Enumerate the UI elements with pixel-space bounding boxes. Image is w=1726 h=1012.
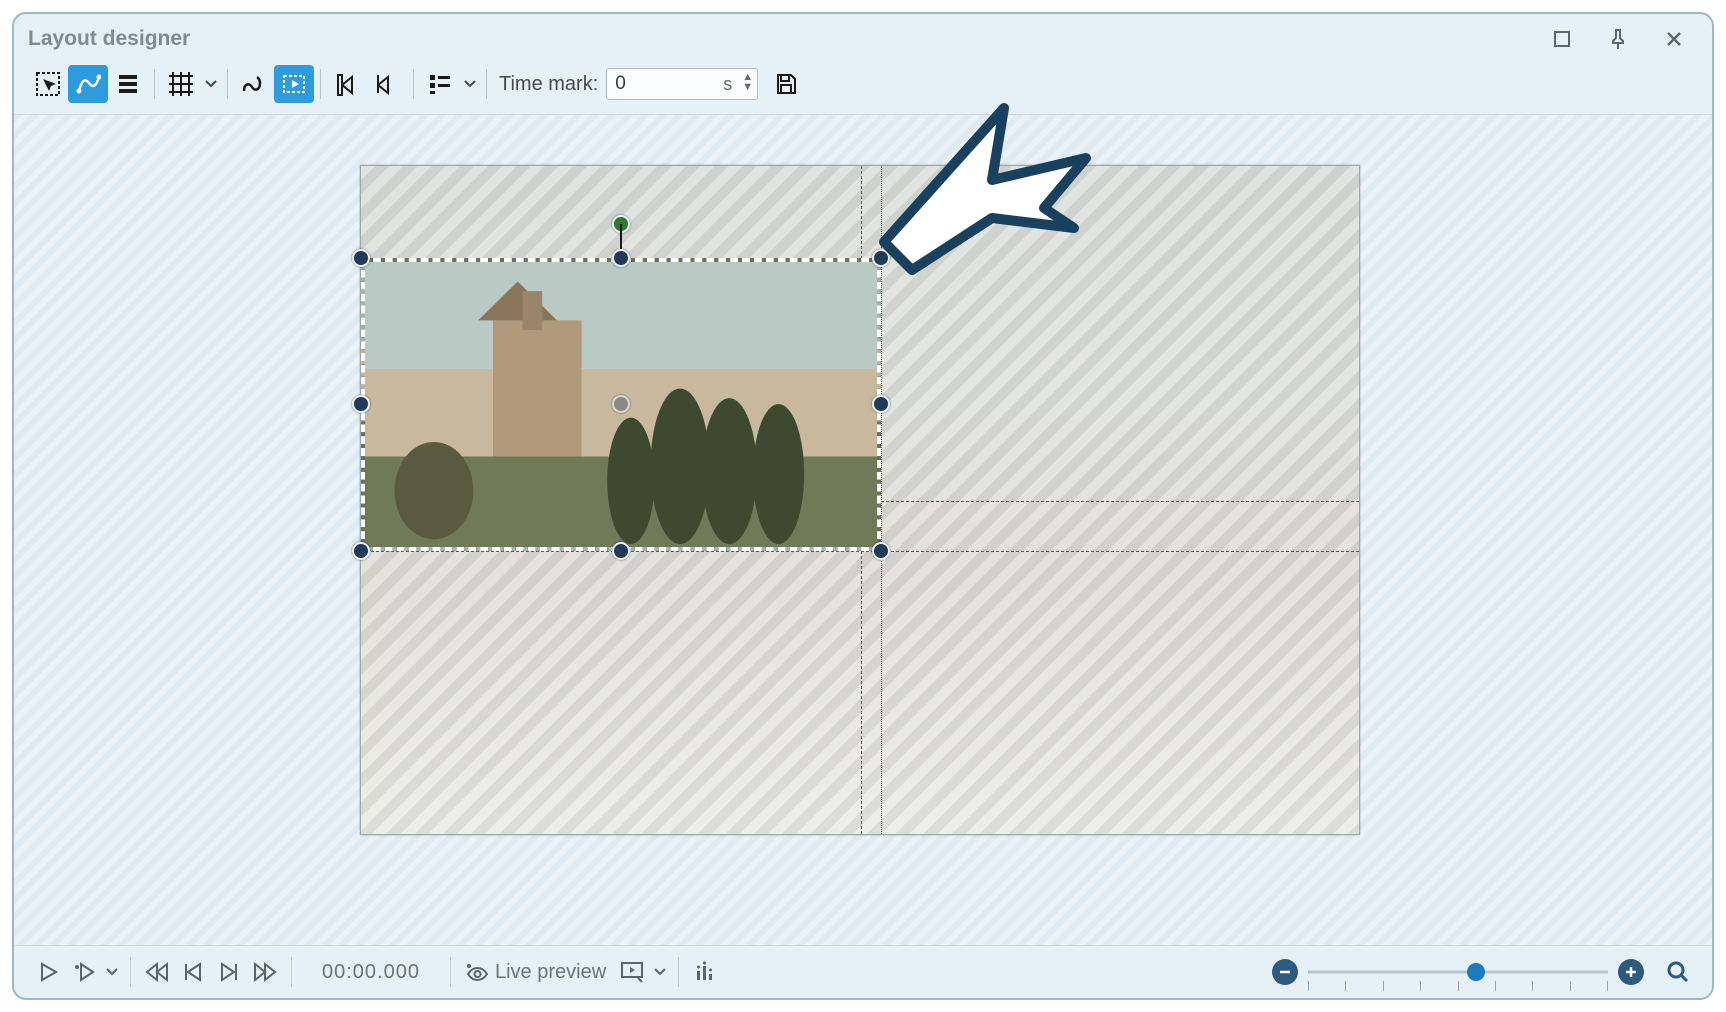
- timemark-label: Time mark:: [499, 73, 598, 96]
- list-tool-button[interactable]: [420, 65, 460, 103]
- separator: [678, 957, 679, 987]
- canvas[interactable]: [14, 114, 1712, 946]
- layers-tool-button[interactable]: [108, 65, 148, 103]
- zoom-out-button[interactable]: [1272, 959, 1298, 985]
- maximize-button[interactable]: [1538, 23, 1586, 55]
- preview-dropdown[interactable]: [650, 953, 670, 991]
- levels-button[interactable]: [687, 952, 723, 992]
- keyframe-next-button[interactable]: [367, 65, 407, 103]
- separator: [130, 957, 131, 987]
- live-preview-label: Live preview: [495, 961, 606, 984]
- keyframe-prev-button[interactable]: [327, 65, 367, 103]
- play-from-button[interactable]: [66, 952, 102, 992]
- freehand-tool-button[interactable]: [234, 65, 274, 103]
- zoom-slider[interactable]: [1308, 959, 1608, 985]
- preview-window-button[interactable]: [614, 952, 650, 992]
- play-dropdown[interactable]: [102, 953, 122, 991]
- separator: [227, 69, 228, 99]
- handle-se[interactable]: [872, 542, 890, 560]
- prev-frame-button[interactable]: [175, 952, 211, 992]
- spinner-down[interactable]: ▼: [742, 84, 753, 94]
- separator: [320, 69, 321, 99]
- path-tool-button[interactable]: [68, 65, 108, 103]
- next-frame-button[interactable]: [211, 952, 247, 992]
- pin-button[interactable]: [1594, 23, 1642, 55]
- rewind-button[interactable]: [139, 952, 175, 992]
- toolbar: Time mark: s ▲ ▼: [14, 60, 1712, 114]
- timemark-field[interactable]: s ▲ ▼: [606, 68, 758, 100]
- grid-tool-button[interactable]: [161, 65, 201, 103]
- handle-w[interactable]: [352, 395, 370, 413]
- selection-tool-button[interactable]: [28, 65, 68, 103]
- timecode: 00:00.000: [322, 961, 420, 984]
- save-button[interactable]: [766, 65, 806, 103]
- handle-sw[interactable]: [352, 542, 370, 560]
- zoom-control: [1272, 952, 1696, 992]
- zoom-in-button[interactable]: [1618, 959, 1644, 985]
- layout-designer-window: Layout designer: [12, 12, 1714, 1000]
- guide-horizontal: [361, 551, 1359, 552]
- grid-dropdown[interactable]: [201, 65, 221, 103]
- handle-e[interactable]: [872, 395, 890, 413]
- live-preview-eye-icon[interactable]: [459, 952, 495, 992]
- video-crop-button[interactable]: [274, 65, 314, 103]
- separator: [486, 69, 487, 99]
- zoom-fit-button[interactable]: [1660, 952, 1696, 992]
- window-title: Layout designer: [28, 27, 190, 51]
- separator: [450, 957, 451, 987]
- canvas-background-image[interactable]: [360, 165, 1360, 835]
- handle-ne[interactable]: [872, 249, 890, 267]
- statusbar: 00:00.000 Live preview: [14, 946, 1712, 998]
- titlebar: Layout designer: [14, 14, 1712, 60]
- list-dropdown[interactable]: [460, 65, 480, 103]
- separator: [291, 957, 292, 987]
- zoom-thumb[interactable]: [1467, 963, 1485, 981]
- separator: [413, 69, 414, 99]
- close-button[interactable]: [1650, 23, 1698, 55]
- handle-nw[interactable]: [352, 249, 370, 267]
- timemark-input[interactable]: [613, 72, 723, 96]
- separator: [154, 69, 155, 99]
- handle-n[interactable]: [612, 249, 630, 267]
- handle-s[interactable]: [612, 542, 630, 560]
- handle-center[interactable]: [612, 395, 630, 413]
- fast-forward-button[interactable]: [247, 952, 283, 992]
- timemark-unit: s: [723, 74, 732, 95]
- play-button[interactable]: [30, 952, 66, 992]
